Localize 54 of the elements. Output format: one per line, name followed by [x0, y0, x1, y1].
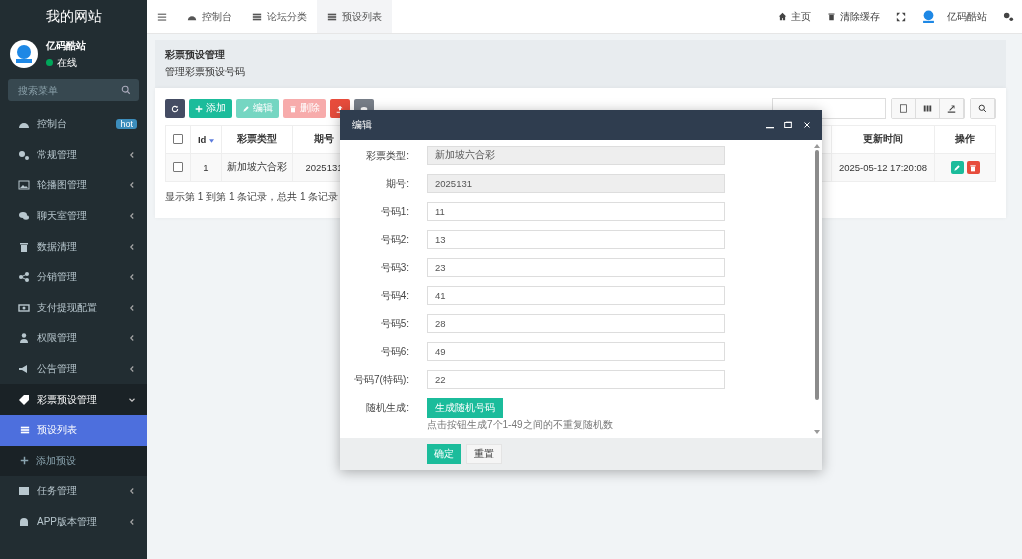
column-header[interactable]: 更新时间: [831, 125, 935, 154]
field-label: 号码3:: [379, 260, 410, 275]
column-header[interactable]: Id: [197, 134, 207, 145]
field-label: 期号:: [385, 176, 410, 191]
sidebar-subitem[interactable]: 添加预设: [0, 445, 147, 477]
reset-button[interactable]: 重置: [466, 444, 502, 464]
search-field[interactable]: 搜索菜单: [8, 79, 139, 101]
input-field[interactable]: 2025131: [427, 174, 725, 193]
sidebar-item[interactable]: 控制台 hot: [0, 109, 147, 140]
sidebar-item[interactable]: 数据清理: [0, 231, 147, 262]
field-label: 号码1:: [379, 204, 410, 219]
input-field[interactable]: 11: [427, 202, 725, 221]
panel-title: 彩票预设管理: [165, 48, 226, 62]
table-cell: 2025-05-12 17:20:08: [831, 153, 935, 182]
sidebar-item[interactable]: 公告管理: [0, 353, 147, 385]
panel-subtitle: 管理彩票预设号码: [165, 65, 246, 79]
input-field[interactable]: 41: [427, 286, 725, 305]
table-cell: 新加坡六合彩: [221, 153, 293, 182]
field-label: 号码5:: [379, 316, 410, 331]
sidebar-item[interactable]: 权限管理: [0, 323, 147, 354]
field-label: 号码4:: [379, 288, 410, 303]
input-field[interactable]: 23: [427, 258, 725, 277]
top-link[interactable]: 亿码酷站: [914, 9, 995, 24]
sidebar-item[interactable]: 分销管理: [0, 261, 147, 293]
column-header[interactable]: 彩票类型: [221, 125, 293, 154]
input-field[interactable]: 28: [427, 314, 725, 333]
sidebar-item[interactable]: 支付提现配置: [0, 292, 147, 324]
field-label: 号码6:: [379, 344, 410, 359]
column-header[interactable]: 操作: [934, 125, 996, 154]
input-field[interactable]: 49: [427, 342, 725, 361]
table-cell: 1: [190, 153, 222, 182]
sidebar-subitem[interactable]: 预设列表: [0, 414, 147, 446]
user-status: 在线: [57, 55, 77, 70]
sidebar-item[interactable]: APP版本管理: [0, 506, 147, 538]
hint-text: 点击按钮生成7个1-49之间的不重复随机数: [427, 419, 614, 430]
top-link[interactable]: 清除缓存: [819, 9, 888, 24]
field-label: 彩票类型:: [365, 148, 410, 163]
sidebar-item[interactable]: 常规管理: [0, 139, 147, 171]
input-field[interactable]: 13: [427, 230, 725, 249]
field-label: 号码2:: [379, 232, 410, 247]
input-field[interactable]: 22: [427, 370, 725, 389]
user-name: 亿码酷站: [46, 38, 86, 53]
search-input[interactable]: 搜索菜单: [16, 83, 110, 97]
top-link[interactable]: 主页: [770, 9, 819, 24]
field-label: 号码7(特码):: [353, 372, 410, 387]
sidebar-item[interactable]: 任务管理: [0, 476, 147, 507]
tab[interactable]: 预设列表: [317, 0, 392, 33]
sidebar-item[interactable]: 聊天室管理: [0, 200, 147, 232]
pagination-info: 显示第 1 到第 1 条记录，总共 1 条记录: [165, 190, 339, 204]
sidebar-item[interactable]: 彩票预设管理: [0, 384, 147, 415]
input-field[interactable]: 新加坡六合彩: [427, 146, 725, 165]
hot-badge: hot: [116, 119, 137, 130]
field-label: 随机生成:: [365, 401, 410, 415]
sidebar-item[interactable]: 轮播图管理: [0, 170, 147, 201]
